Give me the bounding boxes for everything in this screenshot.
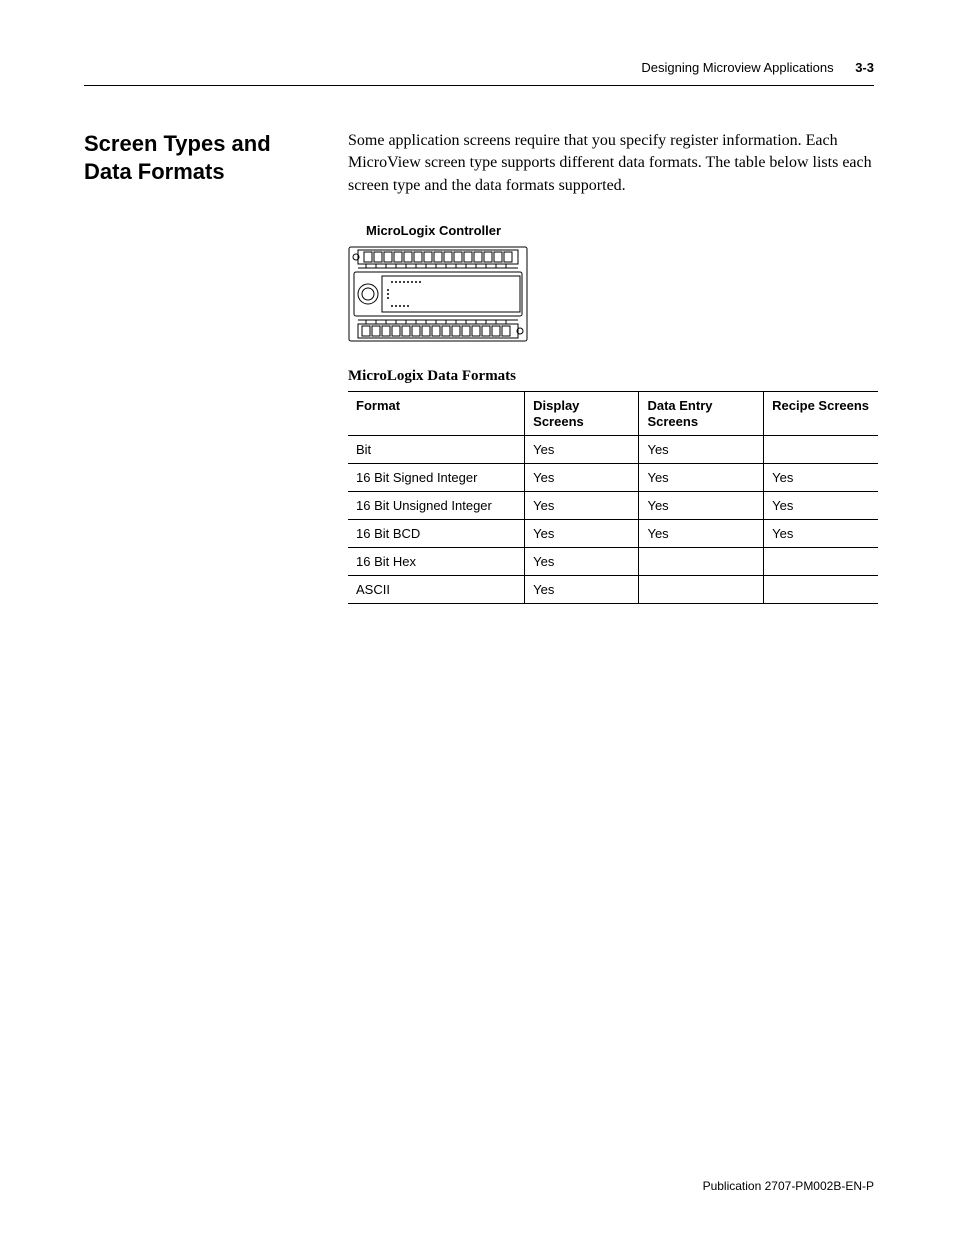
cell-recipe: Yes	[764, 464, 878, 492]
section-heading: Screen Types and Data Formats	[84, 130, 316, 185]
cell-entry: Yes	[639, 464, 764, 492]
col-header-format: Format	[348, 392, 525, 436]
cell-entry	[639, 548, 764, 576]
figure-caption: MicroLogix Controller	[366, 223, 878, 238]
cell-format: 16 Bit Unsigned Integer	[348, 492, 525, 520]
table-row: 16 Bit Unsigned Integer Yes Yes Yes	[348, 492, 878, 520]
table-header-row: Format Display Screens Data Entry Screen…	[348, 392, 878, 436]
col-header-display: Display Screens	[525, 392, 639, 436]
cell-display: Yes	[525, 492, 639, 520]
header-title: Designing Microview Applications	[641, 60, 833, 75]
cell-display: Yes	[525, 576, 639, 604]
publication-footer: Publication 2707-PM002B-EN-P	[703, 1179, 874, 1193]
table-row: 16 Bit Hex Yes	[348, 548, 878, 576]
page-number: 3-3	[855, 60, 874, 75]
cell-format: 16 Bit BCD	[348, 520, 525, 548]
table-row: 16 Bit Signed Integer Yes Yes Yes	[348, 464, 878, 492]
controller-illustration	[348, 246, 528, 342]
table-row: 16 Bit BCD Yes Yes Yes	[348, 520, 878, 548]
cell-recipe: Yes	[764, 492, 878, 520]
col-header-recipe: Recipe Screens	[764, 392, 878, 436]
cell-format: 16 Bit Hex	[348, 548, 525, 576]
running-header: Designing Microview Applications 3-3	[84, 60, 874, 86]
cell-recipe	[764, 436, 878, 464]
table-title: MicroLogix Data Formats	[348, 368, 878, 385]
cell-recipe	[764, 548, 878, 576]
cell-entry: Yes	[639, 492, 764, 520]
cell-display: Yes	[525, 548, 639, 576]
table-row: ASCII Yes	[348, 576, 878, 604]
cell-format: 16 Bit Signed Integer	[348, 464, 525, 492]
cell-display: Yes	[525, 436, 639, 464]
cell-entry: Yes	[639, 436, 764, 464]
table-row: Bit Yes Yes	[348, 436, 878, 464]
cell-display: Yes	[525, 520, 639, 548]
intro-paragraph: Some application screens require that yo…	[348, 130, 878, 197]
cell-display: Yes	[525, 464, 639, 492]
cell-format: Bit	[348, 436, 525, 464]
cell-entry	[639, 576, 764, 604]
cell-entry: Yes	[639, 520, 764, 548]
col-header-entry: Data Entry Screens	[639, 392, 764, 436]
cell-format: ASCII	[348, 576, 525, 604]
cell-recipe: Yes	[764, 520, 878, 548]
cell-recipe	[764, 576, 878, 604]
data-formats-table: Format Display Screens Data Entry Screen…	[348, 391, 878, 604]
